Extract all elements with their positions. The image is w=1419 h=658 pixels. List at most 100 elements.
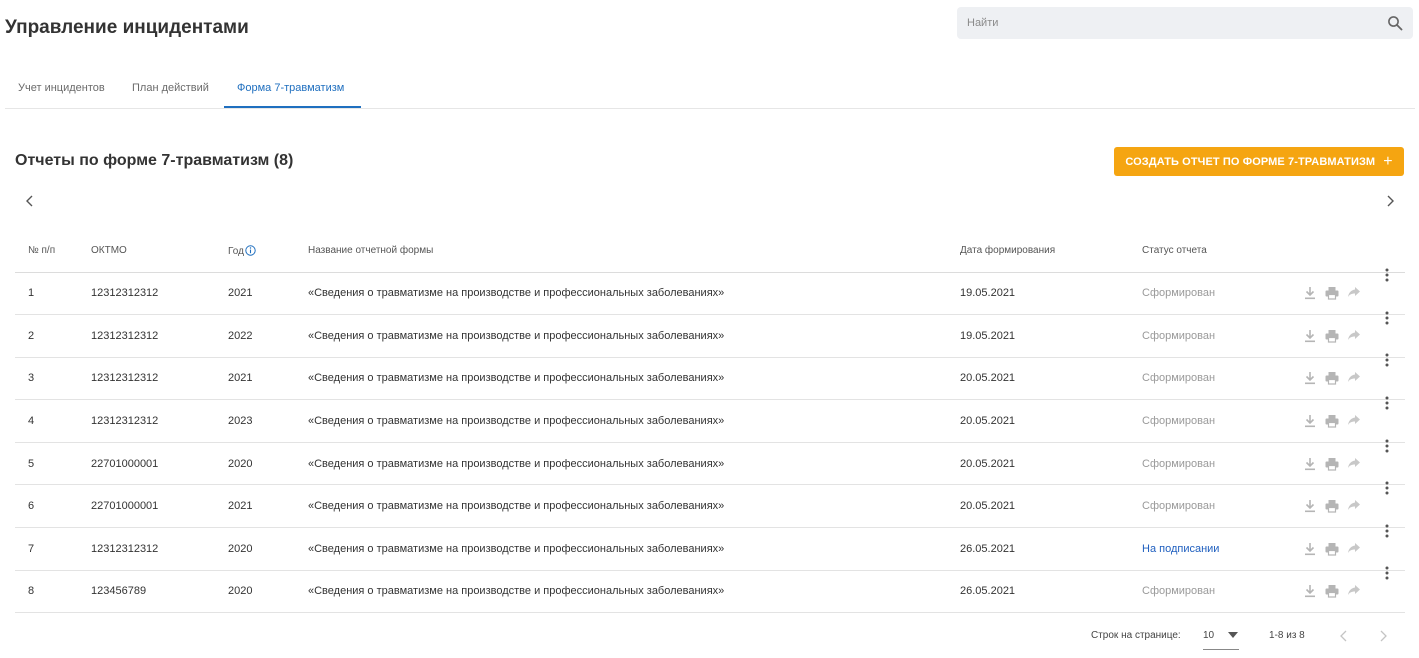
cell-date: 19.05.2021 [960, 272, 1142, 316]
column-header-oktmo[interactable]: ОКТМО [91, 230, 228, 273]
cell-date: 20.05.2021 [960, 484, 1142, 529]
download-icon[interactable] [1302, 583, 1318, 599]
column-header-actions [1302, 230, 1405, 273]
chevron-right-icon[interactable] [1381, 192, 1399, 210]
create-report-button[interactable]: СОЗДАТЬ ОТЧЕТ ПО ФОРМЕ 7-ТРАВМАТИЗМ + [1114, 147, 1404, 176]
more-vert-icon[interactable] [1380, 396, 1394, 429]
table-row[interactable]: 7 12312312312 2020 «Сведения о травматизме … [15, 524, 1405, 571]
share-icon[interactable] [1346, 370, 1362, 386]
table-row[interactable]: 6 22701000001 2021 «Сведения о травматизме … [15, 481, 1405, 529]
more-vert-icon[interactable] [1380, 439, 1394, 472]
cell-oktmo: 22701000001 [91, 484, 228, 529]
plus-icon: + [1383, 152, 1393, 170]
print-icon[interactable] [1324, 498, 1340, 514]
cell-actions [1302, 524, 1405, 571]
download-icon[interactable] [1302, 541, 1318, 557]
tab-action-plan[interactable]: План действий [132, 68, 209, 108]
column-header-status[interactable]: Статус отчета [1142, 230, 1302, 273]
more-vert-icon[interactable] [1380, 311, 1394, 344]
share-icon[interactable] [1346, 498, 1362, 514]
cell-status: Сформирован [1142, 484, 1302, 529]
share-icon[interactable] [1346, 413, 1362, 429]
cell-report-name: «Сведения о травматизме на производстве … [308, 442, 960, 486]
column-header-year[interactable]: Год [228, 230, 308, 273]
cell-actions [1302, 311, 1405, 358]
cell-status: Сформирован [1142, 272, 1302, 316]
column-header-name[interactable]: Название отчетной формы [308, 230, 960, 273]
rows-per-page-label: Строк на странице: [1091, 630, 1181, 641]
page-title: Управление инцидентами [5, 17, 249, 38]
more-vert-icon[interactable] [1380, 268, 1394, 301]
download-icon[interactable] [1302, 498, 1318, 514]
share-icon[interactable] [1346, 456, 1362, 472]
cell-date: 26.05.2021 [960, 570, 1142, 614]
cell-oktmo: 12312312312 [91, 314, 228, 358]
tab-form-7[interactable]: Форма 7-травматизм [237, 68, 344, 108]
next-page-button[interactable] [1375, 628, 1391, 644]
cell-year: 2021 [228, 357, 308, 401]
search-input[interactable] [957, 7, 1377, 39]
cell-year: 2023 [228, 399, 308, 443]
cell-actions [1302, 439, 1405, 486]
share-icon[interactable] [1346, 285, 1362, 301]
print-icon[interactable] [1324, 370, 1340, 386]
active-tab-indicator [224, 106, 361, 108]
download-icon[interactable] [1302, 456, 1318, 472]
search-icon[interactable] [1387, 15, 1403, 31]
share-icon[interactable] [1346, 328, 1362, 344]
print-icon[interactable] [1324, 541, 1340, 557]
print-icon[interactable] [1324, 456, 1340, 472]
cell-date: 19.05.2021 [960, 314, 1142, 358]
cell-report-name: «Сведения о травматизме на производстве … [308, 484, 960, 529]
cell-status: Сформирован [1142, 314, 1302, 358]
rows-per-page-select[interactable]: 10 [1203, 622, 1239, 650]
cell-report-name: «Сведения о травматизме на производстве … [308, 314, 960, 358]
cell-date: 20.05.2021 [960, 399, 1142, 443]
column-header-year-label: Год [228, 245, 244, 257]
print-icon[interactable] [1324, 328, 1340, 344]
table-row[interactable]: 3 12312312312 2021 «Сведения о травматизме … [15, 353, 1405, 401]
share-icon[interactable] [1346, 583, 1362, 599]
cell-status: Сформирован [1142, 442, 1302, 486]
chevron-left-icon[interactable] [21, 192, 39, 210]
download-icon[interactable] [1302, 285, 1318, 301]
more-vert-icon[interactable] [1380, 481, 1394, 514]
table-row[interactable]: 5 22701000001 2020 «Сведения о травматизме … [15, 439, 1405, 486]
table-row[interactable]: 4 12312312312 2023 «Сведения о травматизме … [15, 396, 1405, 443]
share-icon[interactable] [1346, 541, 1362, 557]
cell-report-name: «Сведения о травматизме на производстве … [308, 570, 960, 614]
cell-actions [1302, 566, 1405, 614]
download-icon[interactable] [1302, 370, 1318, 386]
cell-report-name: «Сведения о травматизме на производстве … [308, 527, 960, 571]
column-header-date[interactable]: Дата формирования [960, 230, 1142, 273]
cell-number: 3 [15, 357, 91, 401]
reports-table: № п/п ОКТМО Год Название отчетной формы … [15, 230, 1405, 614]
search-box [957, 7, 1413, 39]
table-row[interactable]: 2 12312312312 2022 «Сведения о травматизме … [15, 311, 1405, 358]
rows-per-page-value: 10 [1203, 630, 1215, 641]
cell-oktmo: 12312312312 [91, 399, 228, 443]
cell-status: Сформирован [1142, 570, 1302, 614]
cell-year: 2022 [228, 314, 308, 358]
table-row[interactable]: 1 12312312312 2021 «Сведения о травматизме … [15, 268, 1405, 316]
cell-oktmo: 22701000001 [91, 442, 228, 486]
cell-status: Сформирован [1142, 357, 1302, 401]
info-icon[interactable] [245, 245, 256, 256]
cell-oktmo: 123456789 [91, 570, 228, 614]
tab-incidents[interactable]: Учет инцидентов [18, 68, 105, 108]
cell-number: 7 [15, 527, 91, 571]
print-icon[interactable] [1324, 285, 1340, 301]
cell-actions [1302, 268, 1405, 316]
tab-bar: Учет инцидентов План действий Форма 7-тр… [5, 68, 1415, 109]
more-vert-icon[interactable] [1380, 524, 1394, 557]
print-icon[interactable] [1324, 413, 1340, 429]
more-vert-icon[interactable] [1380, 566, 1394, 599]
more-vert-icon[interactable] [1380, 353, 1394, 386]
prev-page-button[interactable] [1336, 628, 1352, 644]
print-icon[interactable] [1324, 583, 1340, 599]
column-header-number[interactable]: № п/п [15, 230, 91, 273]
cell-year: 2021 [228, 272, 308, 316]
download-icon[interactable] [1302, 328, 1318, 344]
download-icon[interactable] [1302, 413, 1318, 429]
table-row[interactable]: 8 123456789 2020 «Сведения о травматизме на… [15, 566, 1405, 614]
